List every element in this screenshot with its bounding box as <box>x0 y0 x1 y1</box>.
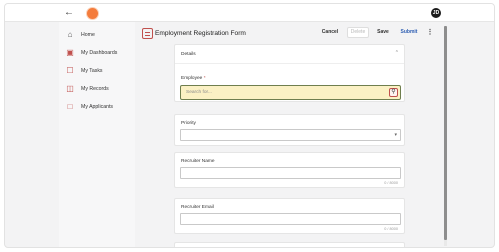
app-window: ← JD ⌂ Home ▣ My Dashboards ☐ My Tasks ◫… <box>4 3 495 248</box>
priority-label: Priority <box>181 121 196 126</box>
sidebar-item-my-dashboards[interactable]: ▣ My Dashboards <box>59 45 135 61</box>
scrollbar-thumb[interactable] <box>444 26 447 240</box>
save-button[interactable]: Save <box>374 27 392 38</box>
employee-label-text: Employee <box>181 76 203 81</box>
search-icon[interactable]: ⚲ <box>389 88 398 97</box>
next-section-card <box>174 242 405 247</box>
recruiter-name-label: Recruiter Name <box>181 159 215 164</box>
sidebar-item-home[interactable]: ⌂ Home <box>59 27 135 43</box>
tasks-icon: ☐ <box>66 66 74 75</box>
sidebar: ⌂ Home ▣ My Dashboards ☐ My Tasks ◫ My R… <box>59 22 135 247</box>
top-bar: ← JD <box>5 4 494 22</box>
details-card: Details ⌃ Employee * Search for... ⚲ <box>174 44 405 102</box>
vertical-scrollbar[interactable] <box>444 26 447 246</box>
sidebar-item-label: My Dashboards <box>81 50 118 56</box>
priority-select[interactable]: ▾ <box>180 129 401 141</box>
divider <box>175 63 404 64</box>
sidebar-item-my-applicants[interactable]: □ My Applicants <box>59 99 135 115</box>
employee-search-placeholder: Search for... <box>186 90 212 95</box>
chevron-up-icon[interactable]: ⌃ <box>395 50 399 56</box>
applicants-icon: □ <box>67 102 73 111</box>
sidebar-item-label: My Applicants <box>81 104 114 110</box>
sidebar-item-label: Home <box>81 32 95 38</box>
brand-logo[interactable] <box>87 8 98 19</box>
dashboard-icon: ▣ <box>66 48 74 57</box>
chevron-down-icon: ▾ <box>394 132 397 138</box>
recruiter-email-label: Recruiter Email <box>181 205 214 210</box>
sidebar-item-label: My Records <box>81 86 109 92</box>
submit-button[interactable]: Submit <box>397 27 421 38</box>
arrow-left-icon[interactable]: ← <box>63 7 75 19</box>
recruiter-email-input[interactable] <box>180 213 401 225</box>
section-title: Details <box>181 52 196 57</box>
required-mark: * <box>203 76 206 81</box>
page-title: Employment Registration Form <box>155 30 246 37</box>
character-counter: 0 / 8000 <box>384 227 398 231</box>
avatar[interactable]: JD <box>431 8 441 18</box>
recruiter-email-card: Recruiter Email 0 / 8000 <box>174 198 405 234</box>
employee-search-field[interactable]: Search for... ⚲ <box>180 85 401 100</box>
delete-button[interactable]: Delete <box>347 27 369 38</box>
more-options-icon[interactable]: ⋮ <box>426 27 434 38</box>
priority-card: Priority ▾ <box>174 114 405 146</box>
sidebar-item-my-tasks[interactable]: ☐ My Tasks <box>59 63 135 79</box>
home-icon: ⌂ <box>67 30 73 39</box>
sidebar-item-my-records[interactable]: ◫ My Records <box>59 81 135 97</box>
recruiter-name-card: Recruiter Name 0 / 8000 <box>174 152 405 188</box>
recruiter-name-input[interactable] <box>180 167 401 179</box>
form-icon <box>142 28 153 39</box>
employee-label: Employee * <box>181 75 206 82</box>
sidebar-item-label: My Tasks <box>81 68 103 74</box>
character-counter: 0 / 8000 <box>384 181 398 185</box>
cancel-button[interactable]: Cancel <box>318 27 342 38</box>
records-icon: ◫ <box>66 84 74 93</box>
main-content: Employment Registration Form Cancel Dele… <box>136 22 442 247</box>
